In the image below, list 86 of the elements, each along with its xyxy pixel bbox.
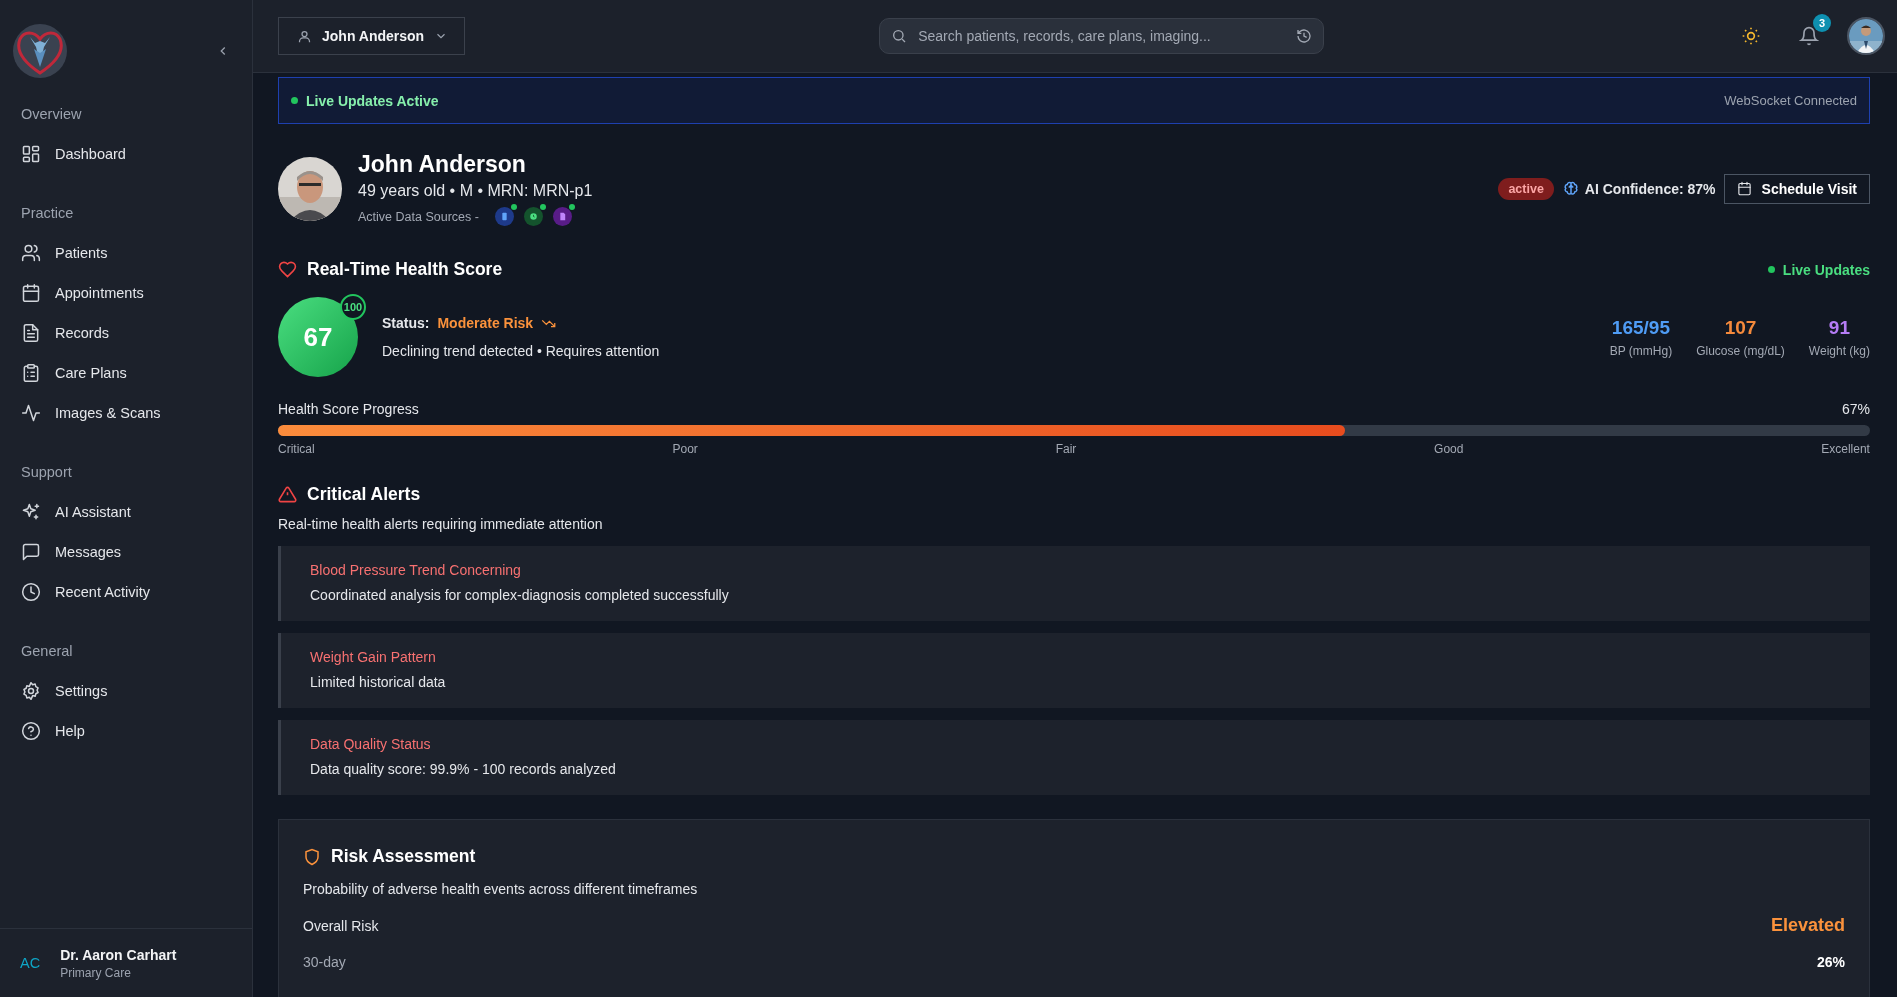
- status-label: Status:: [382, 315, 430, 331]
- scale-label: Poor: [672, 442, 698, 456]
- notification-count: 3: [1813, 14, 1831, 32]
- section-subtitle: Probability of adverse health events across different timeframes: [303, 881, 699, 897]
- vital-label: BP (mmHg): [1609, 343, 1673, 358]
- patient-details: 49 years old • M • MRN: MRN-p1: [358, 182, 593, 200]
- overall-risk-label: Overall Risk: [303, 917, 379, 934]
- clipboard-icon: [21, 363, 41, 383]
- alert-text: Data quality score: 99.9% - 100 records analyzed: [310, 761, 617, 777]
- search-icon: [891, 28, 908, 44]
- sidebar-item[interactable]: Settings: [55, 683, 108, 699]
- logo: [12, 23, 68, 79]
- warning-icon: [278, 485, 297, 504]
- sidebar-item[interactable]: Appointments: [55, 285, 144, 301]
- scale-label: Critical: [278, 442, 315, 456]
- sidebar-item[interactable]: Messages: [55, 544, 122, 560]
- alert-text: Limited historical data: [310, 674, 447, 690]
- connection-status: WebSocket Connected: [1724, 93, 1857, 108]
- trend-note: Declining trend detected • Requires attention: [382, 343, 660, 359]
- vital-label: Weight (kg): [1808, 343, 1870, 358]
- alert-title: Data Quality Status: [310, 736, 432, 752]
- progress-label: Health Score Progress: [278, 401, 419, 417]
- overall-risk-value: Elevated: [1770, 915, 1845, 936]
- users-icon: [21, 243, 41, 263]
- status-badge: active: [1498, 177, 1554, 200]
- calendar-icon: [1736, 181, 1752, 196]
- calendar-icon: [21, 283, 41, 303]
- vital-value: 107: [1724, 316, 1757, 339]
- sidebar-item[interactable]: AI Assistant: [55, 504, 131, 520]
- sidebar-item[interactable]: Help: [55, 723, 85, 739]
- status-dot: [1767, 266, 1775, 273]
- data-sources-label: Active Data Sources -: [358, 209, 479, 224]
- live-updates-label: Live Updates Active: [306, 92, 439, 109]
- alert-text: Coordinated analysis for complex-diagnosis completed successfully: [310, 587, 730, 603]
- help-icon: [21, 721, 41, 741]
- shield-icon: [303, 847, 321, 866]
- risk-value: 26%: [1816, 954, 1845, 970]
- patient-selector[interactable]: John Anderson: [278, 17, 466, 55]
- sidebar-section-title: Support: [20, 464, 73, 480]
- clock-icon: [21, 582, 41, 602]
- vital-value: 165/95: [1611, 316, 1670, 339]
- scale-label: Fair: [1055, 442, 1077, 456]
- history-icon[interactable]: [1296, 28, 1313, 44]
- user-initials: AC: [20, 955, 41, 971]
- section-title: Risk Assessment: [331, 846, 476, 867]
- schedule-visit-button[interactable]: Schedule Visit: [1723, 173, 1870, 204]
- live-updates-label: Live Updates: [1782, 261, 1870, 278]
- user-role: Primary Care: [60, 965, 132, 980]
- sidebar-item[interactable]: Care Plans: [55, 365, 127, 381]
- section-title: Real-Time Health Score: [307, 259, 503, 280]
- sparkles-icon: [21, 502, 41, 522]
- scale-label: Good: [1434, 442, 1464, 456]
- brain-icon: [1561, 179, 1580, 198]
- max-score-badge: 100: [340, 294, 366, 320]
- alert-title: Weight Gain Pattern: [310, 649, 437, 665]
- vital-label: Glucose (mg/dL): [1696, 343, 1785, 358]
- sidebar-item[interactable]: Dashboard: [55, 146, 126, 162]
- document-icon: [21, 323, 41, 343]
- risk-status: Moderate Risk: [437, 315, 534, 331]
- section-title: Critical Alerts: [307, 484, 421, 505]
- patient-name: John Anderson: [358, 151, 527, 178]
- pulse-icon: [21, 403, 41, 423]
- sidebar-item[interactable]: Images & Scans: [55, 405, 161, 421]
- status-dot: [291, 97, 298, 104]
- user-icon: [297, 28, 312, 44]
- sidebar-item[interactable]: Recent Activity: [55, 584, 151, 600]
- user-name: Dr. Aaron Carhart: [60, 946, 177, 963]
- heart-icon: [278, 260, 297, 279]
- bell-icon: [1799, 26, 1819, 46]
- chat-bubble-icon: [21, 542, 41, 562]
- risk-period: 30-day: [303, 954, 346, 970]
- alert-title: Blood Pressure Trend Concerning: [310, 562, 522, 578]
- sidebar-section-title: Practice: [20, 205, 75, 221]
- progress-reading: 67%: [1841, 401, 1870, 417]
- sidebar-item[interactable]: Patients: [55, 245, 108, 261]
- section-subtitle: Real-time health alerts requiring immediate attention: [278, 516, 604, 532]
- dashboard-icon: [21, 144, 41, 164]
- ai-confidence: AI Confidence: 87%: [1584, 180, 1716, 197]
- sidebar-section-title: General: [20, 643, 74, 659]
- vital-value: 91: [1828, 316, 1850, 339]
- scale-label: Excellent: [1821, 442, 1870, 456]
- sidebar-section-title: Overview: [20, 106, 83, 122]
- sidebar-item[interactable]: Records: [55, 325, 109, 341]
- search-field[interactable]: Search patients, records, care plans, imaging...: [879, 18, 1325, 54]
- sun-icon: [1741, 26, 1761, 46]
- settings-icon: [21, 681, 41, 701]
